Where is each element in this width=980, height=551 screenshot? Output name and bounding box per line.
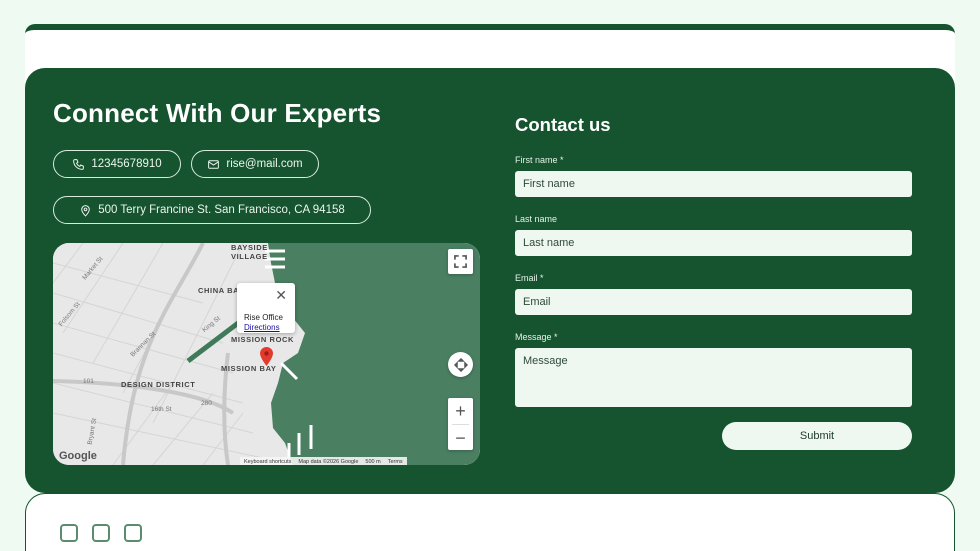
zoom-out-button[interactable]: − <box>448 425 473 451</box>
map-label-16th-st: 16th St <box>151 406 172 413</box>
move-arrows-icon <box>453 357 468 372</box>
phone-number: 12345678910 <box>91 158 162 170</box>
message-field[interactable]: Message <box>515 348 912 407</box>
address-text: 500 Terry Francine St. San Francisco, CA… <box>98 204 345 216</box>
contact-section: Connect With Our Experts 12345678910 ris… <box>25 68 955 493</box>
fullscreen-button[interactable] <box>448 249 473 274</box>
message-label: Message * <box>515 332 558 342</box>
contact-form-title: Contact us <box>515 114 611 135</box>
email-field[interactable]: Email <box>515 289 912 315</box>
phone-button[interactable]: 12345678910 <box>53 150 181 178</box>
terms-link[interactable]: Terms <box>388 459 403 465</box>
map-label-village: VILLAGE <box>231 252 268 261</box>
first-name-field[interactable]: First name <box>515 171 912 197</box>
address-button[interactable]: 500 Terry Francine St. San Francisco, CA… <box>53 196 371 224</box>
zoom-controls: + − <box>448 398 473 450</box>
social-icon-1[interactable] <box>60 524 78 542</box>
popup-title: Rise Office <box>244 313 283 322</box>
submit-button[interactable]: Submit <box>722 422 912 450</box>
bottom-icons <box>60 524 142 542</box>
social-icon-3[interactable] <box>124 524 142 542</box>
first-name-label: First name * <box>515 155 564 165</box>
fullscreen-icon <box>454 255 467 268</box>
next-section-card <box>25 493 955 551</box>
mail-icon <box>208 159 220 169</box>
close-icon[interactable]: ✕ <box>275 287 287 304</box>
map-label-mission-rock: MISSION ROCK <box>231 335 295 344</box>
email-label: Email * <box>515 273 544 283</box>
email-address: rise@mail.com <box>226 158 303 170</box>
camera-control-button[interactable] <box>448 352 473 377</box>
section-heading: Connect With Our Experts <box>53 98 382 128</box>
location-pin-icon <box>81 204 91 217</box>
map-label-design-district: DESIGN DISTRICT <box>121 380 196 389</box>
google-logo: Google <box>59 450 97 462</box>
map-data-text: Map data ©2026 Google <box>298 458 359 465</box>
last-name-label: Last name <box>515 214 558 224</box>
location-map[interactable]: BAYSIDE VILLAGE CHINA BASIN MISSION ROCK… <box>53 243 480 465</box>
directions-link[interactable]: Directions <box>244 323 280 332</box>
map-info-popup: ✕ Rise Office Directions <box>237 283 295 333</box>
email-button[interactable]: rise@mail.com <box>191 150 319 178</box>
map-scale[interactable]: 500 m <box>365 459 380 465</box>
map-label-bayside: BAYSIDE <box>231 243 268 252</box>
zoom-in-button[interactable]: + <box>448 398 473 424</box>
keyboard-shortcuts-link[interactable]: Keyboard shortcuts <box>244 459 291 465</box>
last-name-field[interactable]: Last name <box>515 230 912 256</box>
social-icon-2[interactable] <box>92 524 110 542</box>
map-label-route-280: 280 <box>201 400 212 407</box>
map-marker-icon[interactable] <box>260 347 273 366</box>
map-footer: Keyboard shortcuts Map data ©2026 Google… <box>240 457 407 465</box>
map-label-route-101: 101 <box>83 378 94 385</box>
phone-icon <box>73 158 85 170</box>
